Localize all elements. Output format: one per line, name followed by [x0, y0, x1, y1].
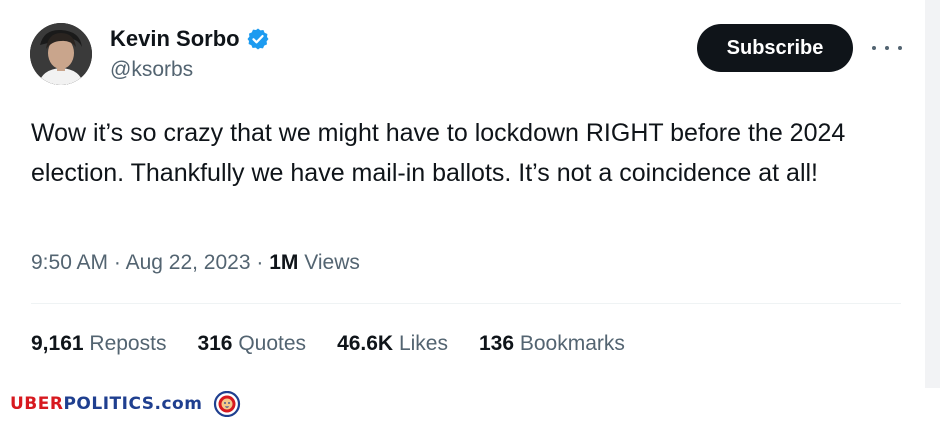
- likes-stat[interactable]: 46.6K Likes: [337, 329, 448, 359]
- watermark-text: UBERPOLITICS.com: [10, 393, 202, 415]
- more-dot: [872, 46, 876, 50]
- author-name-row: Kevin Sorbo: [110, 25, 270, 53]
- more-options-icon[interactable]: [872, 34, 902, 62]
- views-count: 1M: [269, 251, 299, 274]
- reposts-count: 9,161: [31, 332, 84, 355]
- watermark-politics: POLITICS: [63, 394, 155, 414]
- author-handle[interactable]: @ksorbs: [110, 57, 193, 83]
- quotes-label: Quotes: [238, 332, 307, 355]
- meta-separator: ·: [256, 251, 270, 274]
- reposts-stat[interactable]: 9,161 Reposts: [31, 329, 166, 359]
- meta-separator: ·: [113, 251, 126, 274]
- quotes-count: 316: [197, 332, 233, 355]
- quotes-stat[interactable]: 316 Quotes: [197, 329, 306, 359]
- watermark: UBERPOLITICS.com: [10, 390, 242, 418]
- lion-logo-icon: [212, 390, 242, 418]
- likes-count: 46.6K: [337, 332, 394, 355]
- watermark-uber: UBER: [10, 394, 64, 414]
- author-name[interactable]: Kevin Sorbo: [110, 25, 240, 53]
- subscribe-button[interactable]: Subscribe: [697, 24, 853, 72]
- bookmarks-count: 136: [478, 332, 515, 355]
- divider: [31, 303, 901, 304]
- likes-label: Likes: [398, 332, 448, 355]
- verified-badge-icon: [246, 27, 270, 51]
- tweet-text: Wow it’s so crazy that we might have to …: [31, 119, 846, 187]
- tweet-time[interactable]: 9:50 AM: [31, 251, 108, 274]
- tweet-card: Kevin Sorbo @ksorbs Subscribe Wow it’s s…: [0, 0, 925, 388]
- views-label: Views: [304, 251, 360, 274]
- watermark-domain: .com: [154, 394, 203, 414]
- bookmarks-label: Bookmarks: [519, 332, 625, 355]
- tweet-date[interactable]: Aug 22, 2023: [126, 251, 251, 274]
- more-dot: [885, 46, 889, 50]
- bookmarks-stat[interactable]: 136 Bookmarks: [479, 329, 625, 359]
- tweet-meta: 9:50 AM · Aug 22, 2023 · 1M Views: [31, 248, 360, 278]
- reposts-label: Reposts: [89, 332, 167, 355]
- more-dot: [898, 46, 902, 50]
- avatar[interactable]: [30, 23, 92, 85]
- card-edge: [925, 0, 940, 388]
- engagement-stats: 9,161 Reposts 316 Quotes 46.6K Likes 136…: [31, 329, 656, 359]
